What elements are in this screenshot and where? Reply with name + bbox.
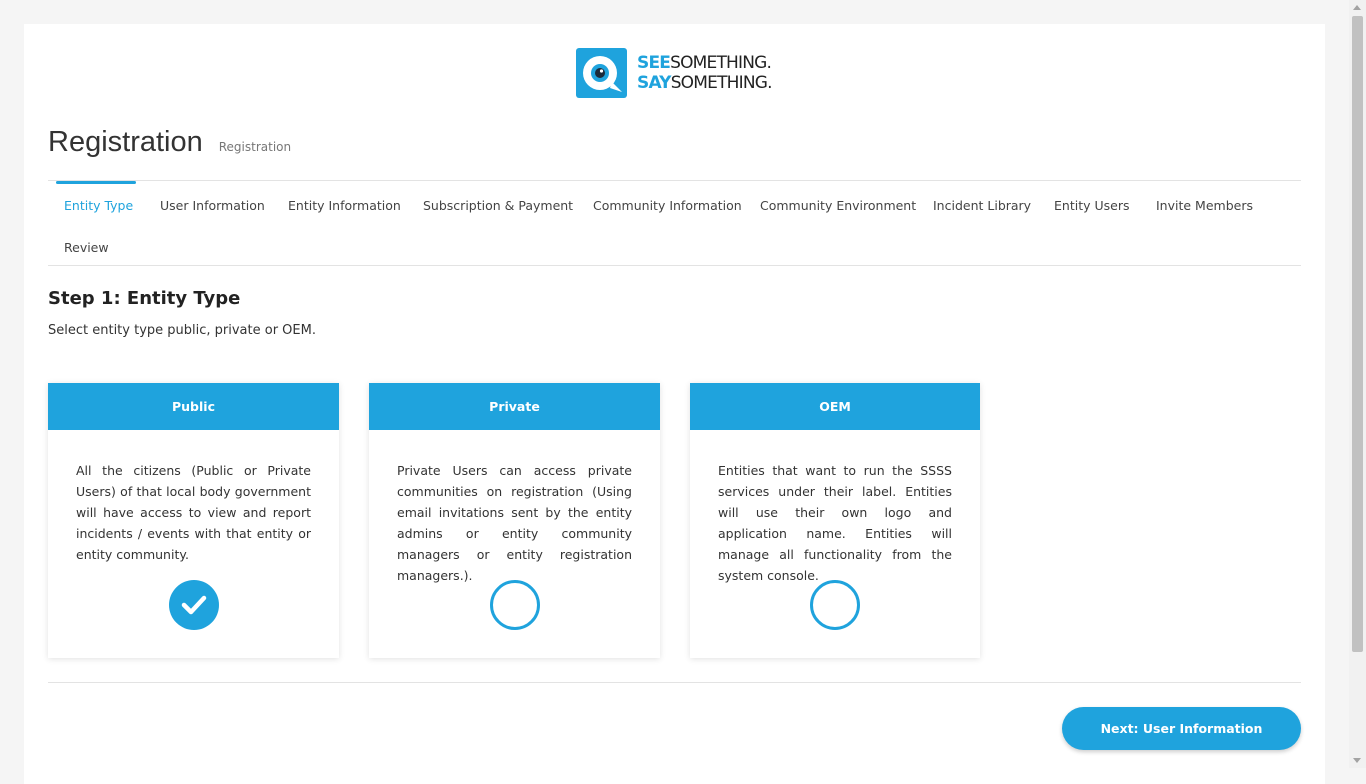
- scroll-down-arrow-icon[interactable]: [1353, 758, 1361, 763]
- tab-incident-library[interactable]: Incident Library: [933, 198, 1031, 213]
- active-tab-indicator: [56, 181, 136, 184]
- vertical-scrollbar[interactable]: [1349, 0, 1366, 768]
- card-radio-wrap: [48, 580, 339, 630]
- logo-see: SEE: [637, 53, 671, 73]
- entity-card-oem[interactable]: OEM Entities that want to run the SSSS s…: [690, 383, 980, 658]
- step-description: Select entity type public, private or OE…: [48, 323, 316, 338]
- divider-tabs: [48, 265, 1301, 266]
- tab-entity-users[interactable]: Entity Users: [1054, 198, 1129, 213]
- tab-community-information[interactable]: Community Information: [593, 198, 742, 213]
- card-description: Entities that want to run the SSSS servi…: [718, 463, 952, 583]
- divider-bottom: [48, 682, 1301, 683]
- step-title: Step 1: Entity Type: [48, 288, 241, 309]
- entity-card-private[interactable]: Private Private Users can access private…: [369, 383, 660, 658]
- app-logo: SEESOMETHING. SAYSOMETHING.: [576, 48, 773, 98]
- page-header: Registration Registration: [48, 126, 291, 159]
- selected-check-icon[interactable]: [168, 580, 219, 630]
- breadcrumb[interactable]: Registration: [219, 140, 291, 154]
- unselected-radio-icon[interactable]: [810, 580, 860, 630]
- registration-panel: SEESOMETHING. SAYSOMETHING. Registration…: [24, 24, 1325, 784]
- entity-card-public[interactable]: Public All the citizens (Public or Priva…: [48, 383, 339, 658]
- card-radio-wrap: [369, 580, 660, 630]
- card-radio-wrap: [690, 580, 980, 630]
- card-description: Private Users can access private communi…: [397, 463, 632, 583]
- logo-something-1: SOMETHING.: [670, 53, 772, 73]
- card-title: Private: [369, 383, 660, 430]
- unselected-radio-icon[interactable]: [489, 580, 540, 630]
- card-description: All the citizens (Public or Private User…: [76, 463, 311, 562]
- logo-say: SAY: [637, 73, 671, 93]
- tab-entity-information[interactable]: Entity Information: [288, 198, 401, 213]
- page-title: Registration: [48, 126, 203, 158]
- eye-logo-icon: [576, 48, 627, 98]
- scroll-up-arrow-icon[interactable]: [1353, 5, 1361, 10]
- next-button[interactable]: Next: User Information: [1062, 707, 1301, 750]
- tab-review[interactable]: Review: [64, 240, 109, 255]
- tab-community-environment[interactable]: Community Environment: [760, 198, 916, 213]
- logo-something-2: SOMETHING.: [670, 73, 773, 93]
- tab-subscription-payment[interactable]: Subscription & Payment: [423, 198, 573, 213]
- logo-wordmark: SEESOMETHING. SAYSOMETHING.: [637, 53, 773, 93]
- divider-top: [48, 180, 1301, 181]
- tab-invite-members[interactable]: Invite Members: [1156, 198, 1253, 213]
- card-title: OEM: [690, 383, 980, 430]
- scrollbar-thumb[interactable]: [1352, 16, 1363, 652]
- tab-user-information[interactable]: User Information: [160, 198, 265, 213]
- tab-entity-type[interactable]: Entity Type: [64, 198, 133, 213]
- card-title: Public: [48, 383, 339, 430]
